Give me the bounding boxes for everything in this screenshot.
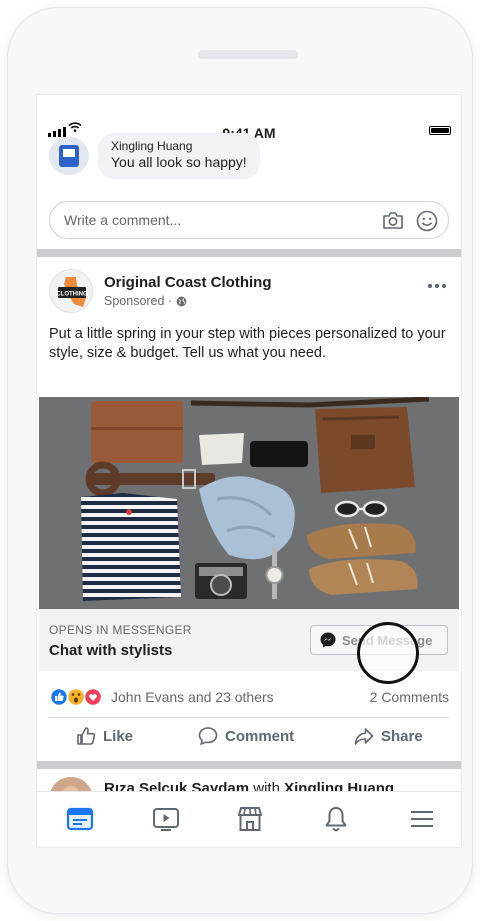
wow-icon xyxy=(66,687,86,707)
comment-button[interactable]: Comment xyxy=(197,725,294,747)
phone-frame: 9:41 AM Xingling Huang You all look so h… xyxy=(8,8,472,913)
commenter-avatar[interactable] xyxy=(49,137,89,175)
post-actions: Like Comment Share xyxy=(49,723,449,755)
app-screen: 9:41 AM Xingling Huang You all look so h… xyxy=(36,94,462,848)
menu-icon xyxy=(411,811,433,827)
comment-row: Xingling Huang You all look so happy! xyxy=(49,133,449,193)
svg-text:CLOTHING: CLOTHING xyxy=(56,292,88,298)
share-button[interactable]: Share xyxy=(353,725,423,747)
post-header: CLOTHING Original Coast Clothing Sponsor… xyxy=(49,269,449,317)
reaction-icons xyxy=(49,687,103,707)
comment-label: Comment xyxy=(225,727,295,745)
comment-text: You all look so happy! xyxy=(111,154,247,170)
phone-speaker xyxy=(198,50,298,59)
feed-divider xyxy=(37,249,461,257)
comment-bubble: Xingling Huang You all look so happy! xyxy=(98,133,260,179)
tab-news-feed[interactable] xyxy=(65,804,97,836)
comments-count[interactable]: 2 Comments xyxy=(370,689,449,705)
cta-caption: OPENS IN MESSENGER xyxy=(49,623,192,637)
like-label: Like xyxy=(103,727,134,745)
camera-icon[interactable] xyxy=(382,210,404,230)
globe-icon xyxy=(176,296,187,306)
comment-input[interactable]: Write a comment... xyxy=(49,201,449,239)
like-button[interactable]: Like xyxy=(75,725,133,747)
battery-icon xyxy=(429,126,451,135)
tab-notifications[interactable] xyxy=(321,804,353,836)
actions-divider xyxy=(49,717,449,718)
tab-menu[interactable] xyxy=(407,804,439,836)
page-logo: CLOTHING xyxy=(50,270,92,312)
tab-marketplace[interactable] xyxy=(235,804,267,836)
watch-icon xyxy=(153,808,179,831)
messenger-icon xyxy=(320,632,336,648)
sponsored-text: Sponsored · xyxy=(104,294,173,308)
status-bar: 9:41 AM xyxy=(37,95,461,141)
emoji-icon[interactable] xyxy=(416,210,438,232)
like-icon xyxy=(49,687,69,707)
sponsored-label: Sponsored · xyxy=(104,294,187,308)
thumbs-up-icon xyxy=(77,727,96,745)
notifications-icon xyxy=(325,807,347,832)
post-image[interactable] xyxy=(39,397,459,609)
share-icon xyxy=(354,728,374,745)
share-label: Share xyxy=(381,727,423,745)
page-name[interactable]: Original Coast Clothing xyxy=(104,274,272,291)
tap-indicator xyxy=(357,622,419,684)
tab-bar xyxy=(37,791,461,847)
tab-watch[interactable] xyxy=(151,804,183,836)
comment-author[interactable]: Xingling Huang xyxy=(111,139,247,153)
feed-divider-2 xyxy=(37,761,461,769)
comment-icon xyxy=(198,727,218,746)
cta-title: Chat with stylists xyxy=(49,642,173,659)
post-text: Put a little spring in your step with pi… xyxy=(49,326,446,361)
page-avatar[interactable]: CLOTHING xyxy=(49,269,93,313)
marketplace-icon xyxy=(238,807,262,831)
more-options-icon[interactable] xyxy=(427,281,447,291)
love-icon xyxy=(83,687,103,707)
reactions-summary[interactable]: John Evans and 23 others 2 Comments xyxy=(49,687,449,707)
reactions-names[interactable]: John Evans and 23 others xyxy=(111,689,274,705)
news-feed-icon xyxy=(66,807,94,831)
comment-input-placeholder: Write a comment... xyxy=(64,212,182,228)
